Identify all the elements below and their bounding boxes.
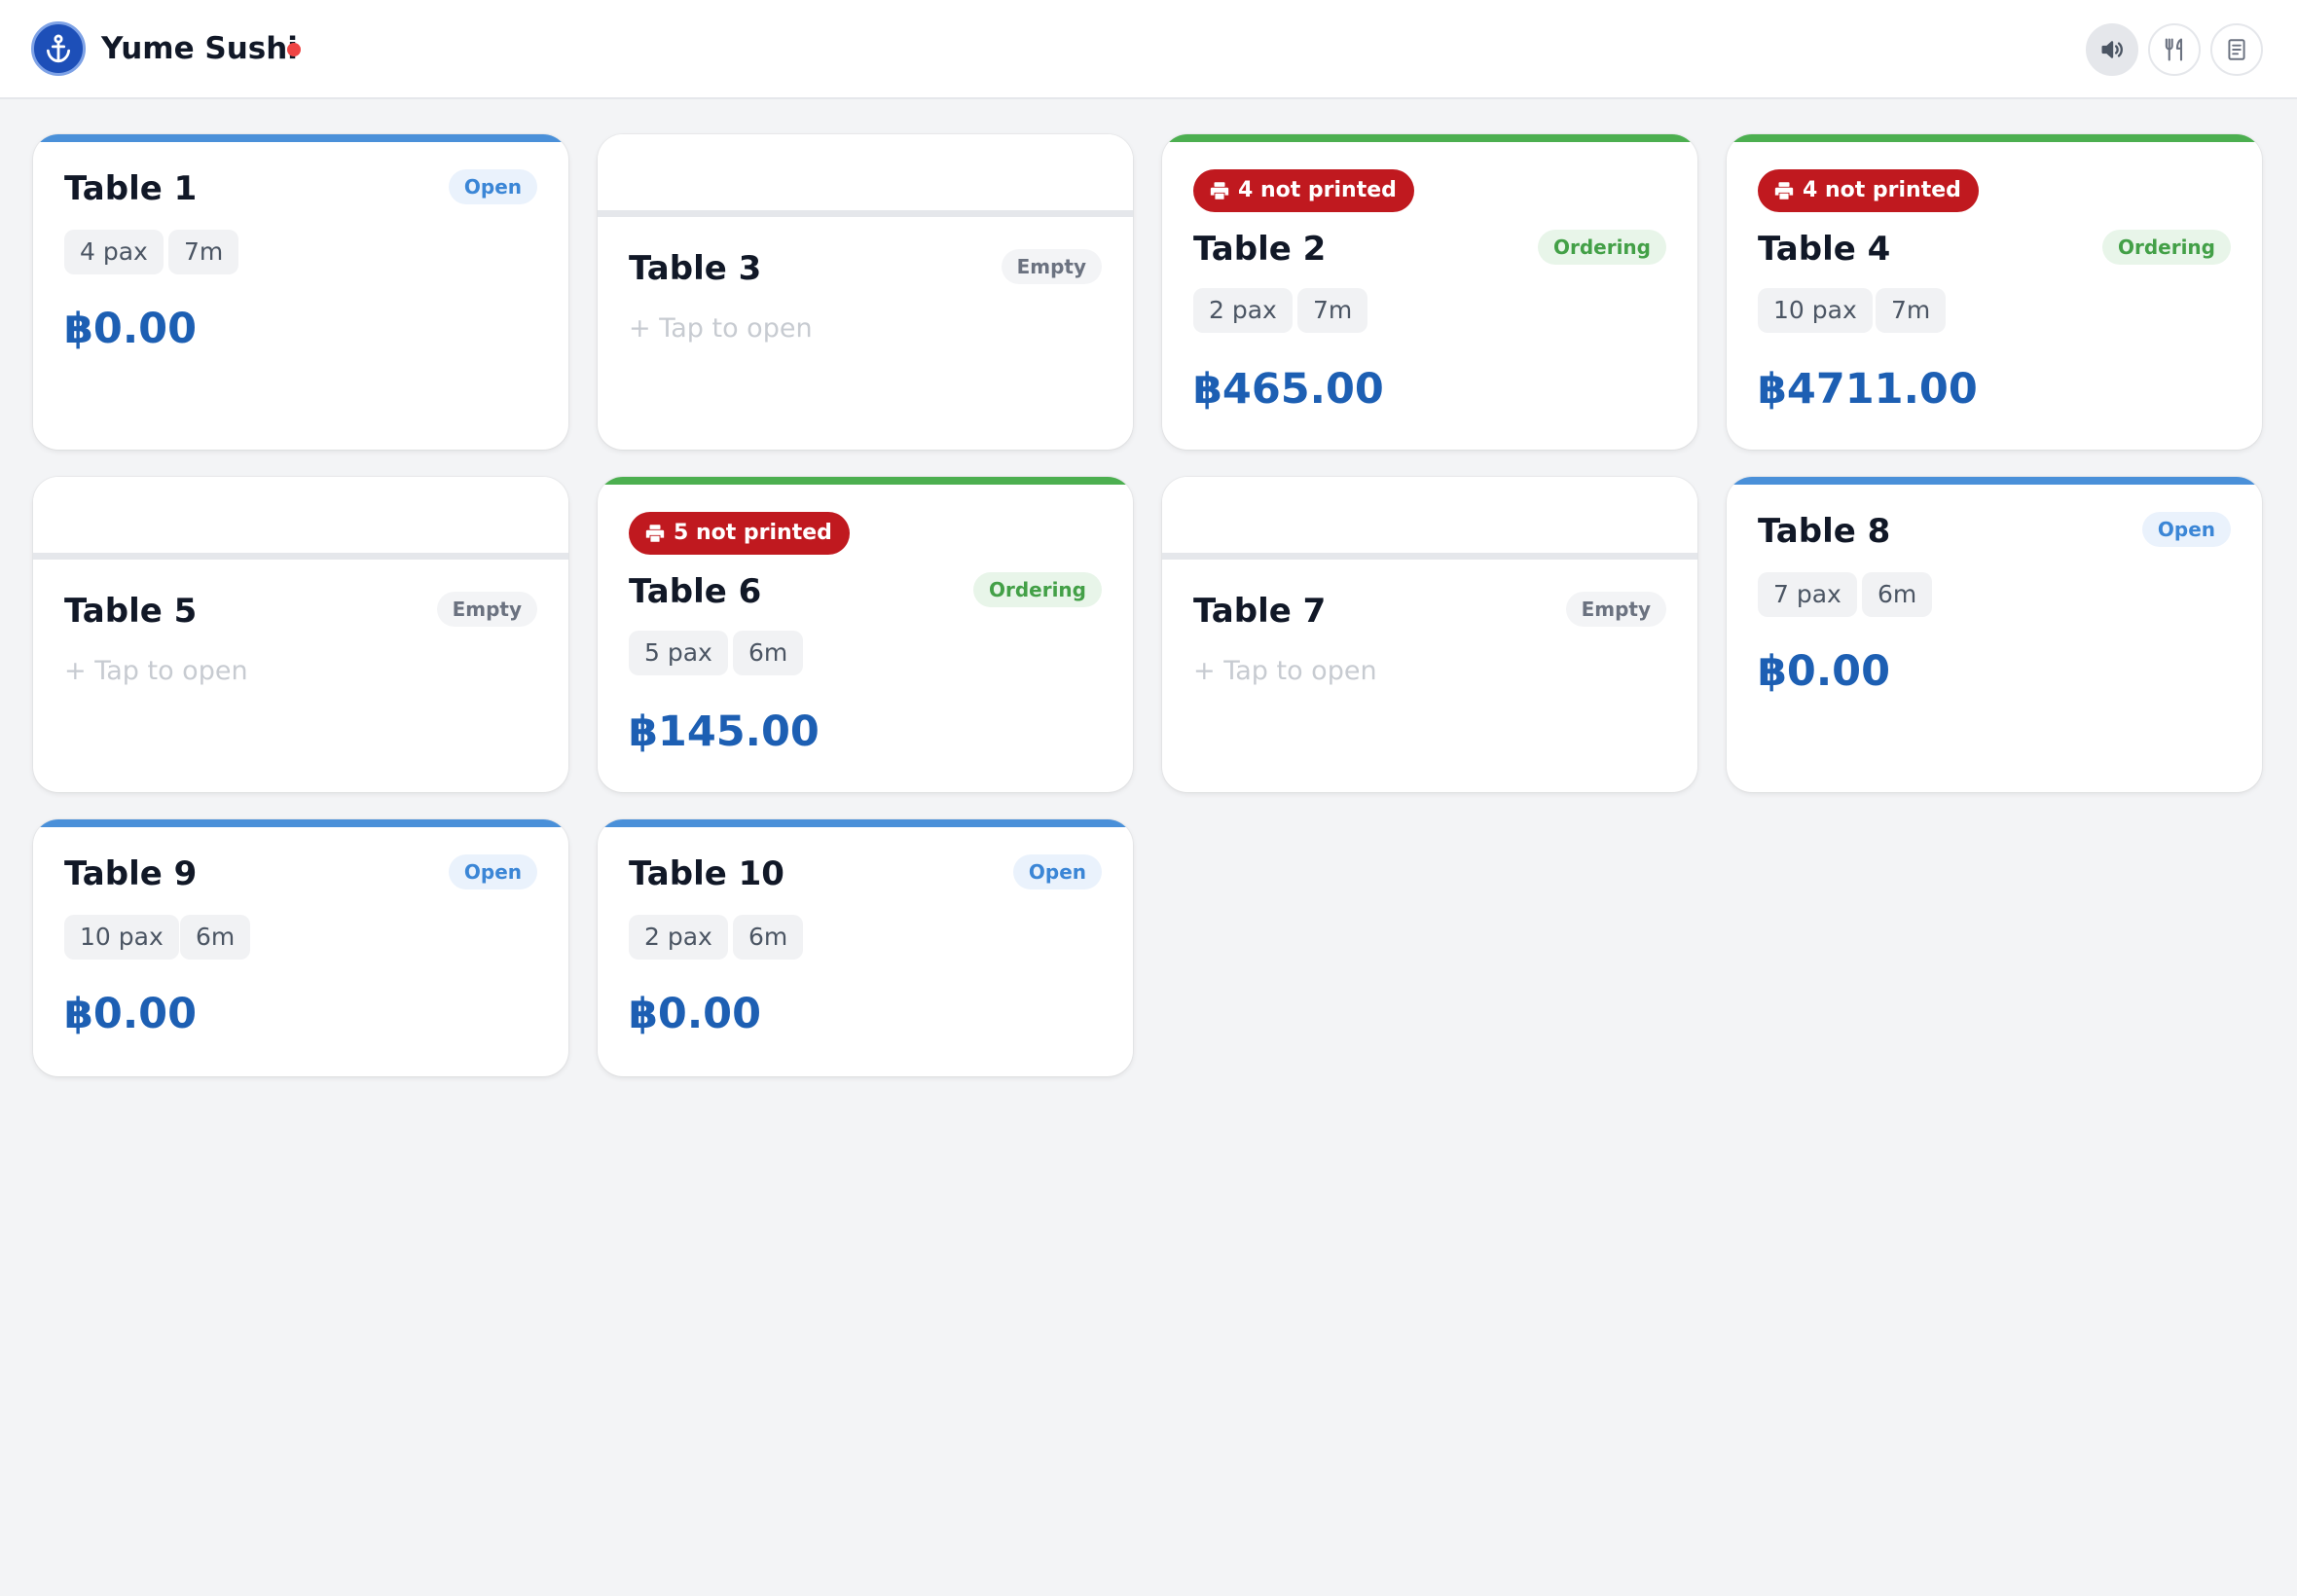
status-badge: Ordering [2101,230,2231,265]
card-status-bar [1727,134,2262,142]
utensils-icon [2165,38,2183,61]
card-status-bar [1162,134,1697,142]
table-amount: ฿145.00 [629,707,820,756]
table-name: Table 1 [64,169,198,208]
printer-icon [1774,182,1794,200]
status-badge: Ordering [972,572,1102,607]
not-printed-badge: 4 not printed [1758,169,1979,212]
printer-icon [1210,182,1229,200]
not-printed-label: 4 not printed [1238,178,1397,202]
card-status-bar [598,477,1133,485]
table-name: Table 5 [64,592,198,631]
card-status-bar [33,819,568,827]
speaker-icon [2101,41,2123,58]
pax-chip: 10 pax [64,915,179,960]
table-card-1[interactable]: Table 1 Open 4 pax 7m ฿0.00 [33,134,568,450]
time-chip: 7m [1297,288,1368,333]
pax-chip: 2 pax [629,915,728,960]
table-card-4[interactable]: 4 not printed Table 4 Ordering 10 pax 7m… [1727,134,2262,450]
table-name: Table 4 [1758,230,1891,269]
tap-to-open-hint: + Tap to open [1193,656,1377,686]
not-printed-label: 5 not printed [674,521,832,545]
table-card-10[interactable]: Table 10 Open 2 pax 6m ฿0.00 [598,819,1133,1076]
table-amount: ฿0.00 [64,990,198,1038]
table-card-6[interactable]: 5 not printed Table 6 Ordering 5 pax 6m … [598,477,1133,792]
not-printed-label: 4 not printed [1803,178,1961,202]
table-amount: ฿0.00 [629,990,762,1038]
tap-to-open-hint: + Tap to open [629,313,813,344]
status-badge: Empty [436,592,537,627]
printer-icon [645,525,665,542]
status-badge: Ordering [1537,230,1666,265]
pax-chip: 10 pax [1758,288,1873,333]
table-name: Table 2 [1193,230,1327,269]
connection-status-dot [287,43,301,56]
table-amount: ฿0.00 [64,305,198,353]
time-chip: 7m [1876,288,1947,333]
status-badge: Empty [1565,592,1666,627]
pax-chip: 2 pax [1193,288,1293,333]
status-badge: Open [448,854,537,889]
table-card-3[interactable]: Table 3 Empty + Tap to open [598,134,1133,450]
table-name: Table 9 [64,854,198,893]
tap-to-open-hint: + Tap to open [64,656,248,686]
receipt-icon [2228,39,2245,60]
sound-button[interactable] [2086,23,2138,76]
not-printed-badge: 5 not printed [629,512,850,555]
empty-header-band [33,477,568,560]
table-amount: ฿4711.00 [1758,365,1978,414]
table-name: Table 10 [629,854,784,893]
empty-header-band [598,134,1133,217]
card-status-bar [1727,477,2262,485]
table-name: Table 8 [1758,512,1891,551]
time-chip: 6m [1862,572,1933,617]
table-name: Table 7 [1193,592,1327,631]
anchor-icon [31,21,86,76]
table-card-9[interactable]: Table 9 Open 10 pax 6m ฿0.00 [33,819,568,1076]
pax-chip: 7 pax [1758,572,1857,617]
top-bar: Yume Sushi [0,0,2297,99]
app-title: Yume Sushi [101,31,298,66]
table-card-7[interactable]: Table 7 Empty + Tap to open [1162,477,1697,792]
orders-button[interactable] [2210,23,2263,76]
table-name: Table 6 [629,572,762,611]
table-card-8[interactable]: Table 8 Open 7 pax 6m ฿0.00 [1727,477,2262,792]
status-badge: Open [448,169,537,204]
card-status-bar [598,819,1133,827]
pax-chip: 5 pax [629,631,728,675]
time-chip: 6m [733,631,804,675]
pax-chip: 4 pax [64,230,164,274]
table-amount: ฿0.00 [1758,647,1891,696]
table-card-5[interactable]: Table 5 Empty + Tap to open [33,477,568,792]
status-badge: Open [2141,512,2231,547]
not-printed-badge: 4 not printed [1193,169,1414,212]
card-status-bar [33,134,568,142]
table-name: Table 3 [629,249,762,288]
status-badge: Open [1012,854,1102,889]
status-badge: Empty [1001,249,1102,284]
time-chip: 6m [180,915,251,960]
empty-header-band [1162,477,1697,560]
time-chip: 7m [168,230,239,274]
time-chip: 6m [733,915,804,960]
menu-button[interactable] [2148,23,2201,76]
table-amount: ฿465.00 [1193,365,1384,414]
table-card-2[interactable]: 4 not printed Table 2 Ordering 2 pax 7m … [1162,134,1697,450]
